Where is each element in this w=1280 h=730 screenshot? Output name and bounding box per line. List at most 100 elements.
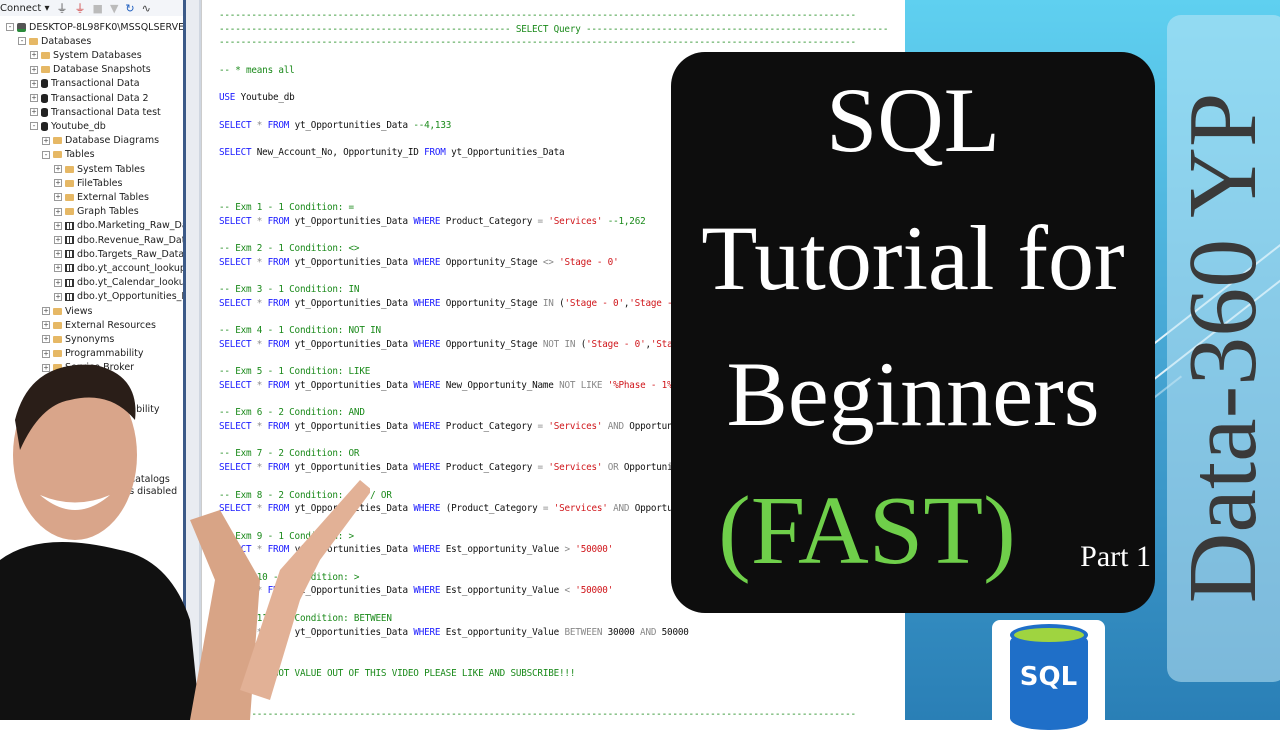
- stop-icon[interactable]: ■: [93, 2, 103, 15]
- tree-item[interactable]: + Graph Tables: [54, 205, 139, 219]
- code-line[interactable]: USE Youtube_db: [219, 92, 295, 106]
- expand-toggle-icon[interactable]: +: [30, 51, 38, 60]
- refresh-icon[interactable]: ↻: [125, 2, 134, 15]
- expand-toggle-icon[interactable]: +: [30, 108, 38, 117]
- tree-item-label: SQL Server Agent XPs disabled: [30, 485, 178, 497]
- expand-toggle-icon[interactable]: +: [42, 307, 50, 315]
- expand-toggle-icon[interactable]: +: [54, 250, 62, 259]
- code-line[interactable]: -- Exm 6 - 2 Condition: AND: [219, 407, 365, 421]
- code-line[interactable]: -- Exm 9 - 1 Condition: >: [219, 531, 354, 545]
- expand-toggle-icon[interactable]: +: [30, 94, 38, 102]
- expand-toggle-icon[interactable]: -: [30, 122, 38, 131]
- expand-toggle-icon[interactable]: +: [42, 136, 50, 145]
- code-line[interactable]: -- Exm 5 - 1 Condition: LIKE: [219, 366, 370, 380]
- folder-icon: [65, 208, 74, 216]
- code-line[interactable]: SELECT * FROM yt_Opportunities_Data WHER…: [219, 257, 619, 271]
- activity-monitor-icon[interactable]: ∿: [142, 2, 151, 15]
- code-line[interactable]: ----------------------------------------…: [219, 24, 888, 38]
- tree-item[interactable]: + Programmability: [42, 347, 143, 361]
- tree-item[interactable]: - DESKTOP-8L98FK0\MSSQLSERVER01: [6, 20, 185, 34]
- expand-toggle-icon[interactable]: +: [54, 292, 62, 301]
- disconnect-icon[interactable]: ⏚: [75, 0, 86, 16]
- code-line[interactable]: -- Exm 4 - 1 Condition: NOT IN: [219, 325, 381, 339]
- code-line[interactable]: SELECT * FROM yt_Opportunities_Data WHER…: [219, 627, 689, 641]
- code-line[interactable]: SELECT * FROM yt_Opportunities_Data WHER…: [219, 585, 613, 599]
- code-line[interactable]: -- Exm 1 - 1 Condition: =: [219, 202, 354, 216]
- expand-toggle-icon[interactable]: +: [42, 363, 50, 372]
- tree-item[interactable]: + dbo.Targets_Raw_Data: [54, 247, 184, 261]
- expand-toggle-icon[interactable]: +: [30, 65, 38, 74]
- code-line[interactable]: -- Exm 10 - 1 Condition: >: [219, 572, 360, 586]
- expand-toggle-icon[interactable]: +: [42, 335, 50, 344]
- tree-item[interactable]: + External Resources: [42, 318, 156, 332]
- expand-toggle-icon[interactable]: +: [30, 79, 38, 88]
- code-line[interactable]: SELECT * FROM yt_Opportunities_Data WHER…: [219, 216, 646, 230]
- tree-item[interactable]: + Database Snapshots: [30, 63, 151, 77]
- expand-toggle-icon[interactable]: -: [6, 23, 14, 31]
- tree-item[interactable]: + FileTables: [54, 176, 122, 190]
- code-line[interactable]: SELECT New_Account_No, Opportunity_ID FR…: [219, 147, 565, 161]
- tree-item[interactable]: Always On High Availability: [30, 403, 159, 417]
- tree-item[interactable]: - Databases: [18, 34, 91, 48]
- tree-item[interactable]: + Database Diagrams: [42, 134, 159, 148]
- folder-icon: [29, 37, 38, 45]
- expand-toggle-icon[interactable]: +: [54, 236, 62, 244]
- tree-item[interactable]: SQL Server Agent XPs disabled: [30, 484, 177, 498]
- expand-toggle-icon[interactable]: +: [54, 179, 62, 188]
- code-line[interactable]: -- Exm 8 - 2 Condition: AND / OR: [219, 490, 392, 504]
- tree-item-label: dbo.yt_Opportunities_Data: [77, 291, 185, 303]
- tree-item[interactable]: - Tables: [42, 148, 95, 162]
- tree-item-label: System Tables: [77, 163, 145, 175]
- expand-toggle-icon[interactable]: +: [42, 349, 50, 358]
- tree-item[interactable]: + dbo.yt_Calendar_lookup: [54, 276, 185, 290]
- connect-button[interactable]: Connect ▾: [0, 3, 50, 14]
- code-line[interactable]: -- Exm 3 - 1 Condition: IN: [219, 284, 360, 298]
- tree-item[interactable]: + Service Broker: [42, 361, 134, 375]
- folder-icon: [53, 335, 62, 343]
- tree-item[interactable]: + External Tables: [54, 190, 149, 204]
- db-icon: [41, 107, 48, 117]
- tree-item[interactable]: + Transactional Data 2: [30, 91, 149, 105]
- tree-item-label: Programmability: [65, 348, 144, 360]
- tree-item[interactable]: - Youtube_db: [30, 119, 106, 133]
- panel-splitter[interactable]: [183, 0, 201, 720]
- tree-item-label: External Tables: [77, 191, 149, 203]
- code-line[interactable]: SELECT * FROM yt_Opportunities_Data --4,…: [219, 120, 451, 134]
- tree-item[interactable]: + Transactional Data: [30, 77, 140, 91]
- filter-icon[interactable]: ▼: [110, 2, 118, 15]
- code-line[interactable]: -- Exm 2 - 1 Condition: <>: [219, 243, 360, 257]
- expand-toggle-icon[interactable]: +: [54, 207, 62, 216]
- expand-toggle-icon[interactable]: +: [54, 165, 62, 173]
- expand-toggle-icon[interactable]: +: [54, 278, 62, 287]
- tree-item[interactable]: + dbo.yt_account_lookup: [54, 261, 185, 275]
- expand-toggle-icon[interactable]: +: [54, 221, 62, 230]
- tree-item-label: Transactional Data test: [51, 106, 161, 118]
- tree-item[interactable]: + System Tables: [54, 162, 145, 176]
- code-line[interactable]: ----------------------------------------…: [219, 709, 856, 720]
- code-line[interactable]: -- Exm 7 - 2 Condition: OR: [219, 448, 360, 462]
- expand-toggle-icon[interactable]: +: [42, 321, 50, 330]
- tree-item[interactable]: + Views: [42, 304, 93, 318]
- code-line[interactable]: -- IF YOU GOT VALUE OUT OF THIS VIDEO PL…: [219, 668, 575, 682]
- tree-item[interactable]: + Transactional Data test: [30, 105, 161, 119]
- tree-item[interactable]: + dbo.Revenue_Raw_Data: [54, 233, 185, 247]
- expand-toggle-icon[interactable]: -: [18, 37, 26, 46]
- code-line[interactable]: SELECT * FROM yt_Opportunities_Data WHER…: [219, 380, 678, 394]
- folder-icon: [41, 66, 50, 74]
- expand-toggle-icon[interactable]: +: [54, 264, 62, 273]
- code-line[interactable]: ----------------------------------------…: [219, 10, 856, 24]
- tree-item[interactable]: + Synonyms: [42, 332, 114, 346]
- folder-icon: [65, 193, 74, 201]
- table-icon: [65, 278, 74, 287]
- connect-icon[interactable]: ⏚: [57, 0, 68, 16]
- expand-toggle-icon[interactable]: -: [42, 150, 50, 159]
- tree-item[interactable]: + dbo.Marketing_Raw_Data: [54, 219, 185, 233]
- code-line[interactable]: SELECT * FROM yt_Opportunities_Data WHER…: [219, 544, 613, 558]
- code-line[interactable]: -- * means all: [219, 65, 295, 79]
- code-line[interactable]: ----------------------------------------…: [219, 37, 856, 51]
- code-line[interactable]: -- Exm 11 - 1 Condition: BETWEEN: [219, 613, 392, 627]
- expand-toggle-icon[interactable]: +: [54, 193, 62, 202]
- tree-item[interactable]: + System Databases: [30, 48, 142, 62]
- table-icon: [65, 250, 74, 259]
- tree-item[interactable]: + dbo.yt_Opportunities_Data: [54, 290, 185, 304]
